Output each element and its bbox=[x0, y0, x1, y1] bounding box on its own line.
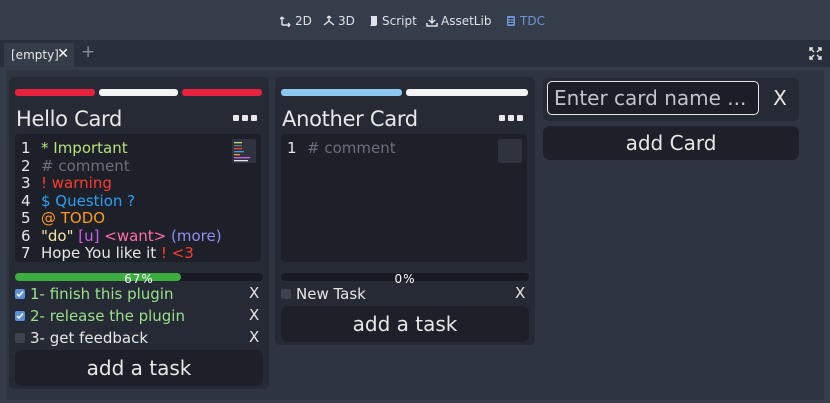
toolbar-3d-button[interactable]: 3D bbox=[323, 12, 355, 30]
3d-icon bbox=[323, 15, 335, 26]
color-tag-white[interactable] bbox=[99, 89, 178, 96]
card-progress-bar: 0% bbox=[281, 272, 529, 286]
code-token: <want> bbox=[104, 226, 172, 245]
task-item: 3- get feedback bbox=[15, 328, 148, 348]
toolbar-2d-button[interactable]: 2D bbox=[280, 12, 312, 30]
line-number: 6 bbox=[21, 226, 31, 245]
card-title[interactable]: Another Card bbox=[282, 107, 418, 131]
line-number: 4 bbox=[21, 191, 31, 210]
add-task-button[interactable]: add a task bbox=[15, 350, 263, 386]
color-tag-white[interactable] bbox=[406, 89, 528, 96]
toolbar-assetlib-label: AssetLib bbox=[441, 14, 492, 28]
line-number: 1 bbox=[287, 139, 297, 157]
editor-minimap[interactable] bbox=[498, 139, 522, 163]
task-item: 2- release the plugin bbox=[15, 306, 185, 326]
toolbar-script-label: Script bbox=[382, 14, 417, 28]
clear-name-button[interactable]: X bbox=[765, 81, 795, 115]
toolbar-tdc-label: TDC bbox=[520, 14, 545, 28]
add-card-button[interactable]: add Card bbox=[543, 126, 799, 160]
line-number: 1 bbox=[21, 139, 31, 157]
fullscreen-icon[interactable] bbox=[809, 47, 822, 60]
line-number: 2 bbox=[21, 156, 31, 175]
assetlib-icon bbox=[426, 16, 438, 27]
color-tag-light-blue[interactable] bbox=[281, 89, 402, 96]
script-icon bbox=[369, 16, 377, 26]
line-number: 7 bbox=[21, 244, 31, 262]
toolbar-3d-label: 3D bbox=[338, 14, 355, 28]
task-checkbox[interactable] bbox=[281, 289, 291, 299]
code-line: 5 @ TODO bbox=[21, 209, 105, 227]
card-title[interactable]: Hello Card bbox=[16, 107, 122, 131]
tab-label: [empty] bbox=[11, 48, 59, 62]
card-progress-bar: 67% bbox=[15, 272, 263, 286]
task-label[interactable]: New Task bbox=[296, 285, 366, 303]
card-color-tags bbox=[15, 89, 262, 96]
new-card-panel: X bbox=[543, 78, 799, 121]
code-token: $ Question ? bbox=[41, 191, 136, 210]
tdc-icon bbox=[507, 16, 515, 26]
card-menu-icon[interactable] bbox=[233, 115, 257, 123]
code-line: 6 "do" [u] <want> (more) bbox=[21, 227, 222, 245]
2d-icon bbox=[280, 16, 291, 27]
task-label[interactable]: 3- get feedback bbox=[30, 329, 148, 347]
code-token: * Important bbox=[41, 139, 128, 157]
code-token: ! <3 bbox=[160, 244, 194, 262]
toolbar-2d-label: 2D bbox=[295, 14, 312, 28]
add-tab-icon[interactable]: + bbox=[81, 42, 95, 62]
code-token: (more) bbox=[171, 226, 222, 245]
card-notes-editor[interactable]: 1 * Important 2 # comment 3 ! warning 4 $ Quest… bbox=[15, 134, 261, 262]
task-delete-button[interactable]: X bbox=[249, 306, 259, 324]
scene-tab-bar: [empty] ✕ + bbox=[0, 40, 830, 67]
task-checkbox[interactable] bbox=[15, 333, 25, 343]
task-checkbox[interactable] bbox=[15, 289, 25, 299]
task-item: New Task bbox=[281, 284, 366, 304]
card-color-tags bbox=[281, 89, 528, 96]
code-token: [u] bbox=[78, 226, 105, 245]
add-task-button[interactable]: add a task bbox=[281, 306, 529, 342]
task-label[interactable]: 2- release the plugin bbox=[30, 307, 185, 325]
task-item: 1- finish this plugin bbox=[15, 284, 173, 304]
card-board: Hello Card 1 * Important 2 # comment 3 ! warn… bbox=[6, 70, 824, 400]
editor-minimap[interactable] bbox=[232, 139, 256, 163]
color-tag-red[interactable] bbox=[15, 89, 95, 96]
task-delete-button[interactable]: X bbox=[515, 284, 525, 302]
line-number: 5 bbox=[21, 209, 31, 227]
code-token: ! warning bbox=[41, 174, 112, 192]
card-menu-icon[interactable] bbox=[499, 115, 523, 123]
card-name-input[interactable] bbox=[547, 81, 759, 115]
tab-empty[interactable]: [empty] ✕ bbox=[4, 43, 74, 67]
code-line: 1 # comment bbox=[287, 139, 396, 157]
code-token: @ TODO bbox=[41, 209, 106, 227]
color-tag-red[interactable] bbox=[182, 89, 262, 96]
code-token: # comment bbox=[307, 139, 396, 157]
task-delete-button[interactable]: X bbox=[249, 328, 259, 346]
code-line: 3 ! warning bbox=[21, 174, 112, 192]
card-notes-editor[interactable]: 1 # comment bbox=[281, 134, 527, 262]
code-token: "do" bbox=[41, 226, 79, 245]
toolbar-assetlib-button[interactable]: AssetLib bbox=[426, 12, 491, 30]
toolbar-script-button[interactable]: Script bbox=[367, 12, 417, 30]
card-another: Another Card 1 # comment 0% New Task X ad… bbox=[275, 77, 535, 345]
code-token: Hope You like it bbox=[41, 244, 161, 262]
code-token: # comment bbox=[41, 156, 130, 175]
main-toolbar: 2D 3D Script AssetLib TDC bbox=[0, 0, 830, 40]
card-hello: Hello Card 1 * Important 2 # comment 3 ! warn… bbox=[9, 77, 269, 389]
code-line: 4 $ Question ? bbox=[21, 192, 135, 210]
toolbar-tdc-button[interactable]: TDC bbox=[505, 12, 545, 30]
code-line: 1 * Important bbox=[21, 139, 128, 157]
line-number: 3 bbox=[21, 174, 31, 192]
code-line: 2 # comment bbox=[21, 157, 130, 175]
task-delete-button[interactable]: X bbox=[249, 284, 259, 302]
task-checkbox[interactable] bbox=[15, 311, 25, 321]
task-label[interactable]: 1- finish this plugin bbox=[30, 285, 173, 303]
tab-close-icon[interactable]: ✕ bbox=[57, 46, 69, 62]
code-line: 7 Hope You like it ! <3 bbox=[21, 244, 194, 262]
